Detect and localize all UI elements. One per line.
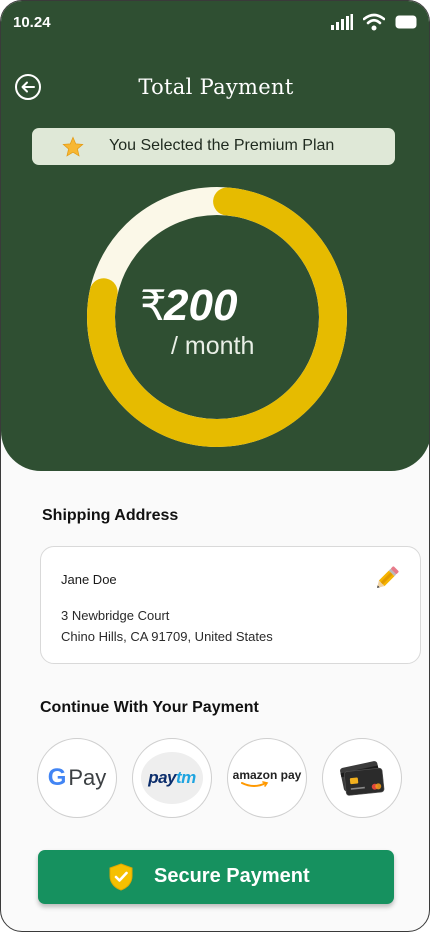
- payment-section-label: Continue With Your Payment: [40, 699, 259, 716]
- shield-check-icon: [109, 863, 133, 891]
- gpay-option[interactable]: G Pay: [37, 738, 117, 818]
- edit-pencil-icon[interactable]: [372, 563, 402, 593]
- address-line1: 3 Newbridge Court: [61, 608, 170, 623]
- paytm-logo-tm: tm: [176, 768, 196, 787]
- battery-icon: [395, 15, 417, 29]
- plan-banner-text: You Selected the Premium Plan: [109, 137, 335, 154]
- wifi-icon: [363, 13, 385, 31]
- address-line2: Chino Hills, CA 91709, United States: [61, 629, 273, 644]
- amazonpay-logo-text: amazon pay: [232, 767, 302, 782]
- credit-cards-icon: [340, 761, 385, 796]
- phone-screen: 10.24 Total Payment You Selected the Pre…: [0, 0, 430, 932]
- secure-payment-label: Secure Payment: [154, 865, 310, 887]
- page-title: Total Payment: [138, 75, 294, 99]
- secure-payment-button[interactable]: Secure Payment: [38, 850, 394, 904]
- amazonpay-logo: amazon pay: [232, 767, 302, 789]
- star-icon: [62, 136, 84, 157]
- plan-banner: You Selected the Premium Plan: [32, 128, 395, 165]
- amazonpay-option[interactable]: amazon pay: [227, 738, 307, 818]
- gpay-logo-g: G: [47, 764, 67, 791]
- status-time: 10.24: [13, 14, 51, 31]
- signal-icon: [331, 14, 353, 30]
- shipping-address-label: Shipping Address: [42, 507, 179, 524]
- price-amount: 200: [164, 281, 238, 330]
- gpay-logo: G Pay: [48, 764, 107, 792]
- paytm-logo-pay: pay: [148, 768, 176, 787]
- amazon-smile-icon: [240, 780, 269, 787]
- price-ring: ₹ 200 / month: [86, 186, 348, 448]
- card-option[interactable]: [322, 738, 402, 818]
- gpay-logo-pay: Pay: [68, 765, 107, 790]
- address-card[interactable]: Jane Doe 3 Newbridge Court Chino Hills, …: [40, 546, 421, 664]
- address-name: Jane Doe: [61, 572, 117, 587]
- paytm-logo-bg: paytm: [141, 752, 203, 804]
- paytm-logo: paytm: [148, 768, 196, 788]
- currency-symbol: ₹: [140, 281, 167, 330]
- paytm-option[interactable]: paytm: [132, 738, 212, 818]
- price-period: / month: [171, 332, 255, 360]
- hero-panel: 10.24 Total Payment You Selected the Pre…: [1, 1, 429, 471]
- status-icons: [331, 13, 417, 31]
- price-display: ₹ 200 / month: [86, 186, 348, 448]
